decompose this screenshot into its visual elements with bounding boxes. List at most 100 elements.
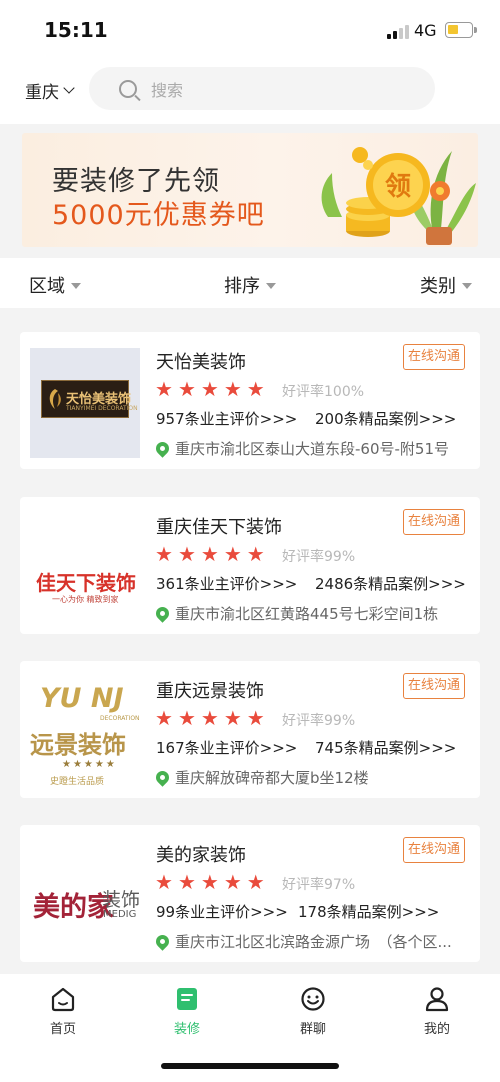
search-placeholder: 搜索 — [151, 80, 184, 100]
top-bar: 重庆 搜索 — [0, 62, 500, 124]
address-text: 重庆解放碑帝都大厦b坐12楼 — [175, 769, 369, 787]
search-input[interactable]: 搜索 — [89, 67, 435, 110]
star-rating: ★ ★ ★ ★ ★ — [155, 379, 265, 399]
nav-label: 装修 — [173, 1022, 200, 1037]
nav-label: 首页 — [49, 1022, 76, 1037]
address-row: 重庆市渝北区泰山大道东段-60号-附51号 — [153, 438, 450, 459]
home-icon — [51, 987, 75, 1012]
filter-category[interactable]: 类别 — [420, 272, 472, 298]
filter-label: 类别 — [420, 276, 456, 297]
company-name: 天怡美装饰 — [156, 352, 246, 373]
star-rating: ★ ★ ★ ★ ★ — [155, 544, 265, 564]
star-icon: ★ — [155, 870, 173, 894]
star-icon: ★ — [200, 542, 219, 566]
rating-text: 好评率99% — [282, 549, 356, 565]
address-row: 重庆解放碑帝都大厦b坐12楼 — [153, 767, 369, 788]
company-name: 美的家装饰 — [156, 845, 246, 866]
status-bar: 15:11 4G — [0, 0, 500, 62]
logo-brand-subtext: DECORATION — [100, 715, 140, 722]
city-selector[interactable]: 重庆 — [25, 78, 75, 103]
online-chat-button[interactable]: 在线沟通 — [402, 344, 465, 370]
logo-brand-text: YU NJ — [40, 683, 124, 714]
filter-bar: 区域 排序 类别 — [0, 258, 500, 308]
caret-down-icon — [266, 283, 276, 289]
filter-sort[interactable]: 排序 — [224, 272, 276, 298]
star-icon: ★ — [246, 542, 265, 566]
logo-side-subtext: MEDIG — [103, 909, 137, 920]
logo-subtext: TIANYIMEI DECORATION — [66, 405, 138, 412]
banner-offer: 5000元优惠券吧 — [52, 200, 265, 231]
cases-link[interactable]: 178条精品案例>>> — [298, 901, 439, 922]
company-name: 重庆远景装饰 — [156, 681, 264, 702]
company-logo: 美的家 装饰 MEDIG — [30, 841, 140, 951]
address-text: 重庆市渝北区泰山大道东段-60号-附51号 — [175, 440, 450, 458]
rating-text: 好评率97% — [282, 877, 356, 893]
location-pin-icon — [153, 768, 172, 787]
star-icon: ★ — [155, 706, 173, 730]
status-time: 15:11 — [44, 18, 108, 42]
nav-home[interactable]: 首页 — [28, 986, 98, 1037]
location-pin-icon — [153, 604, 172, 623]
coin-text: 领 — [385, 171, 411, 202]
logo-text: 远景装饰 — [30, 731, 126, 759]
chevron-down-icon — [63, 82, 75, 94]
reviews-link[interactable]: 167条业主评价>>> — [156, 737, 297, 758]
online-chat-button[interactable]: 在线沟通 — [402, 509, 465, 535]
company-card[interactable]: 天怡美装饰 TIANYIMEI DECORATION 天怡美装饰 在线沟通 ★ ★… — [20, 332, 480, 469]
rating-text: 好评率99% — [282, 713, 356, 729]
nav-label: 我的 — [423, 1022, 450, 1037]
star-icon: ★ — [200, 377, 219, 401]
cases-link[interactable]: 745条精品案例>>> — [315, 737, 456, 758]
nav-decoration[interactable]: 装修 — [152, 986, 222, 1037]
reviews-link[interactable]: 99条业主评价>>> — [156, 901, 288, 922]
network-label: 4G — [414, 21, 437, 40]
nav-group-chat[interactable]: 群聊 — [278, 986, 348, 1037]
promo-banner[interactable]: 要装修了先领 5000元优惠券吧 领 — [22, 133, 478, 247]
address-text: 重庆市渝北区红黄路445号七彩空间1栋 — [175, 605, 439, 623]
city-label: 重庆 — [25, 83, 59, 103]
star-rating: ★ ★ ★ ★ ★ — [155, 872, 265, 892]
star-icon: ★ — [155, 542, 173, 566]
star-icon: ★ — [177, 706, 196, 730]
person-icon — [425, 987, 449, 1012]
search-icon — [119, 79, 137, 98]
nav-label: 群聊 — [299, 1022, 326, 1037]
smile-chat-icon — [301, 987, 325, 1011]
reviews-link[interactable]: 957条业主评价>>> — [156, 408, 297, 429]
reviews-link[interactable]: 361条业主评价>>> — [156, 573, 297, 594]
logo-mark-icon — [49, 389, 61, 409]
company-logo: 佳天下装饰 一心为你 精致到家 — [30, 513, 140, 623]
home-indicator — [161, 1063, 339, 1069]
caret-down-icon — [462, 283, 472, 289]
star-icon: ★ — [223, 377, 242, 401]
filter-region[interactable]: 区域 — [29, 272, 81, 298]
nav-mine[interactable]: 我的 — [402, 986, 472, 1037]
star-icon: ★ — [246, 377, 265, 401]
logo-subtext: 一心为你 精致到家 — [52, 595, 119, 604]
star-icon: ★ — [223, 542, 242, 566]
star-icon: ★ — [155, 377, 173, 401]
star-icon: ★ — [223, 706, 242, 730]
logo-subtext: 史蹬生活品质 — [50, 777, 105, 787]
star-rating: ★ ★ ★ ★ ★ — [155, 708, 265, 728]
location-pin-icon — [153, 439, 172, 458]
online-chat-button[interactable]: 在线沟通 — [402, 837, 465, 863]
company-logo: 天怡美装饰 TIANYIMEI DECORATION — [30, 348, 140, 458]
address-text: 重庆市江北区北滨路金源广场 （各个区... — [175, 933, 452, 951]
star-icon: ★ — [246, 870, 265, 894]
company-card[interactable]: 佳天下装饰 一心为你 精致到家 重庆佳天下装饰 在线沟通 ★ ★ ★ ★ ★ 好评率99… — [20, 497, 480, 634]
filter-label: 区域 — [29, 276, 65, 297]
company-card[interactable]: YU NJ DECORATION 远景装饰 ★★★★★ 史蹬生活品质 重庆远景装… — [20, 661, 480, 798]
coin-plant-illustration: 领 — [321, 147, 476, 245]
address-row: 重庆市渝北区红黄路445号七彩空间1栋 — [153, 603, 439, 624]
star-icon: ★ — [200, 870, 219, 894]
battery-icon — [445, 22, 477, 38]
cases-link[interactable]: 2486条精品案例>>> — [315, 573, 466, 594]
company-card[interactable]: 美的家 装饰 MEDIG 美的家装饰 在线沟通 ★ ★ ★ ★ ★ 好评率97% 99条… — [20, 825, 480, 962]
address-row: 重庆市江北区北滨路金源广场 （各个区... — [153, 931, 452, 952]
logo-stars: ★★★★★ — [62, 759, 117, 770]
online-chat-button[interactable]: 在线沟通 — [402, 673, 465, 699]
caret-down-icon — [71, 283, 81, 289]
cases-link[interactable]: 200条精品案例>>> — [315, 408, 456, 429]
location-pin-icon — [153, 932, 172, 951]
